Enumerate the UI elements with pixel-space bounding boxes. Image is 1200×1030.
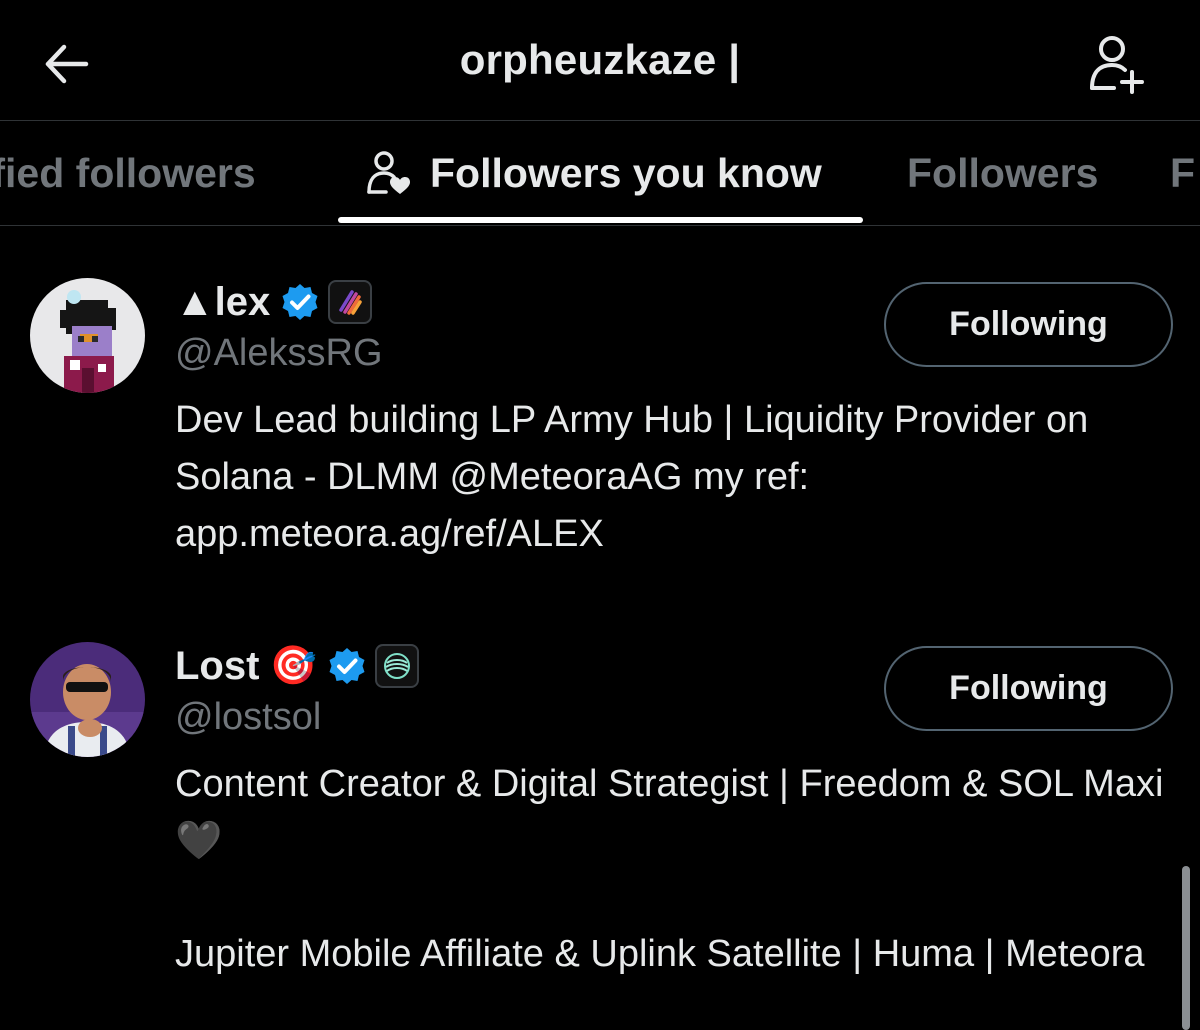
- avatar[interactable]: [30, 642, 145, 757]
- active-tab-indicator: [338, 217, 863, 223]
- add-user-icon: [1090, 36, 1144, 94]
- verified-badge-icon: [280, 282, 320, 322]
- display-name[interactable]: ▲lex: [175, 280, 270, 325]
- avatar[interactable]: [30, 278, 145, 393]
- tab-following[interactable]: F: [1170, 121, 1195, 225]
- bio-text: Jupiter Mobile Affiliate & Uplink Satell…: [175, 933, 1145, 975]
- teal-rings-icon[interactable]: [374, 644, 419, 688]
- name-line: ▲lex: [175, 276, 373, 328]
- target-emoji: 🎯: [269, 645, 317, 687]
- following-button[interactable]: Following: [884, 646, 1173, 731]
- display-name[interactable]: Lost: [175, 644, 259, 689]
- bio-text: Dev Lead building LP Army Hub | Liquidit…: [175, 399, 1089, 555]
- user-handle[interactable]: @lostsol: [175, 696, 321, 739]
- user-cell[interactable]: ▲lex @AlekssRG Following Dev Lead buildi…: [0, 270, 1200, 600]
- scrollbar[interactable]: [1182, 866, 1190, 1030]
- tab-verified-followers[interactable]: ified followers: [0, 121, 256, 225]
- bio-text: Content Creator & Digital Strategist | F…: [175, 763, 1164, 862]
- tab-label: ified followers: [0, 149, 256, 196]
- people-heart-icon: [364, 148, 414, 198]
- tab-followers-you-know[interactable]: Followers you know: [364, 121, 822, 225]
- tab-label: F: [1170, 149, 1196, 196]
- page-title: orpheuzkaze |: [459, 36, 741, 83]
- user-handle[interactable]: @AlekssRG: [175, 332, 383, 375]
- name-line: Lost 🎯: [175, 640, 419, 692]
- user-cell[interactable]: Lost 🎯 @lostsol Following Content Creato…: [0, 634, 1200, 1030]
- verified-badge-icon: [327, 646, 367, 686]
- user-bio: Content Creator & Digital Strategist | F…: [175, 756, 1175, 983]
- following-button[interactable]: Following: [884, 282, 1173, 367]
- tab-label: Followers: [907, 149, 1099, 196]
- followers-tabs: ified followers Followers you know Follo…: [0, 120, 1200, 226]
- user-bio: Dev Lead building LP Army Hub | Liquidit…: [175, 392, 1175, 563]
- top-bar: orpheuzkaze |: [0, 0, 1200, 120]
- add-user-button[interactable]: [1080, 28, 1152, 100]
- flame-stripes-icon[interactable]: [328, 280, 373, 324]
- tab-label: Followers you know: [430, 149, 822, 196]
- bio-spacer: [175, 870, 1175, 926]
- tab-followers[interactable]: Followers: [907, 121, 1098, 225]
